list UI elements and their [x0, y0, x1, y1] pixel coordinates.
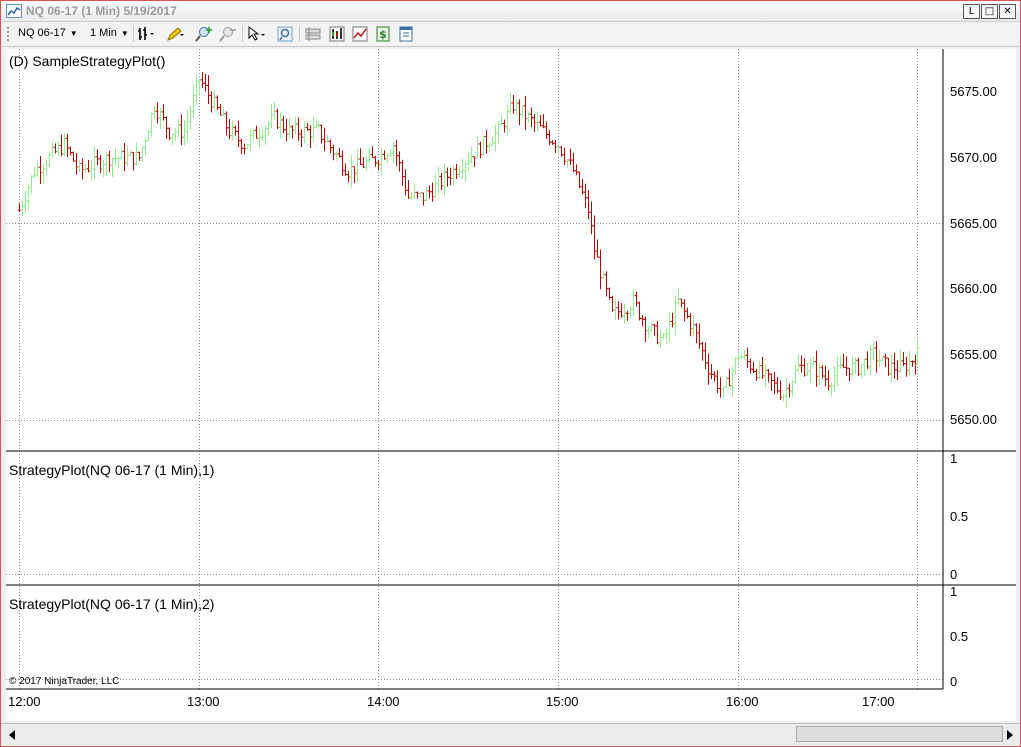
strategies-icon[interactable]: [351, 25, 369, 43]
y-tick-label: 1: [950, 584, 957, 599]
copyright-text: © 2017 NinjaTrader, LLC: [9, 676, 119, 687]
ninjatrader-chart-icon: [6, 4, 22, 18]
y-tick-label: 0: [950, 567, 957, 582]
svg-text:$: $: [379, 28, 387, 41]
data-box-icon[interactable]: [397, 25, 415, 43]
minimize-button[interactable]: L: [963, 4, 980, 19]
x-tick-label: 12:00: [8, 694, 41, 709]
interval-selector[interactable]: 1 Min ▼: [90, 27, 129, 39]
y-tick-label: 0.5: [950, 509, 968, 524]
toolbar-grip[interactable]: [7, 27, 11, 41]
y-tick-label: 5655.00: [950, 347, 997, 362]
properties-icon[interactable]: [304, 25, 322, 43]
window-title: NQ 06-17 (1 Min) 5/19/2017: [26, 4, 177, 18]
chart-background: [6, 49, 1016, 721]
y-tick-label: 5675.00: [950, 84, 997, 99]
horizontal-scrollbar[interactable]: [1, 723, 1020, 745]
indicators-icon[interactable]: [328, 25, 346, 43]
interval-label: 1 Min: [90, 27, 117, 39]
y-tick-label: 5650.00: [950, 412, 997, 427]
x-tick-label: 15:00: [546, 694, 579, 709]
chart-window: NQ 06-17 (1 Min) 5/19/2017 L □ ✕ NQ 06-1…: [0, 0, 1021, 747]
chevron-down-icon: ▼: [69, 29, 78, 38]
instrument-label: NQ 06-17: [18, 27, 66, 39]
magnifier-icon[interactable]: [276, 25, 294, 43]
y-tick-label: 5665.00: [950, 216, 997, 231]
toolbar-separator: [242, 26, 243, 42]
title-bar[interactable]: NQ 06-17 (1 Min) 5/19/2017 L □ ✕: [1, 1, 1020, 22]
price-chart[interactable]: (D) SampleStrategyPlot() StrategyPlot(NQ…: [6, 49, 1016, 721]
dollar-performance-icon[interactable]: $: [374, 25, 392, 43]
chart-toolbar: NQ 06-17 ▼ 1 Min ▼ $: [1, 22, 1020, 47]
x-tick-label: 13:00: [187, 694, 220, 709]
toolbar-separator: [133, 26, 134, 42]
y-tick-label: 0.5: [950, 629, 968, 644]
y-tick-label: 5670.00: [950, 150, 997, 165]
x-tick-label: 17:00: [862, 694, 895, 709]
zoom-out-icon[interactable]: [219, 25, 237, 43]
restore-button[interactable]: □: [981, 4, 998, 19]
scroll-left-icon[interactable]: [3, 726, 20, 743]
plot2-panel-label: StrategyPlot(NQ 06-17 (1 Min),2): [9, 596, 214, 612]
y-tick-label: 5660.00: [950, 281, 997, 296]
price-panel-label: (D) SampleStrategyPlot(): [9, 53, 165, 69]
bar-type-icon[interactable]: [137, 25, 155, 43]
scroll-right-icon[interactable]: [1001, 726, 1018, 743]
y-tick-label: 1: [950, 451, 957, 466]
x-tick-label: 16:00: [726, 694, 759, 709]
chevron-down-icon: ▼: [120, 29, 129, 38]
instrument-selector[interactable]: NQ 06-17 ▼: [18, 27, 78, 39]
cursor-pointer-icon[interactable]: [247, 25, 265, 43]
pencil-draw-icon[interactable]: [166, 25, 184, 43]
toolbar-separator: [299, 26, 300, 42]
y-tick-label: 0: [950, 674, 957, 689]
scrollbar-thumb[interactable]: [796, 726, 1003, 742]
zoom-in-icon[interactable]: [195, 25, 213, 43]
close-button[interactable]: ✕: [999, 4, 1016, 19]
x-tick-label: 14:00: [367, 694, 400, 709]
plot1-panel-label: StrategyPlot(NQ 06-17 (1 Min),1): [9, 462, 214, 478]
